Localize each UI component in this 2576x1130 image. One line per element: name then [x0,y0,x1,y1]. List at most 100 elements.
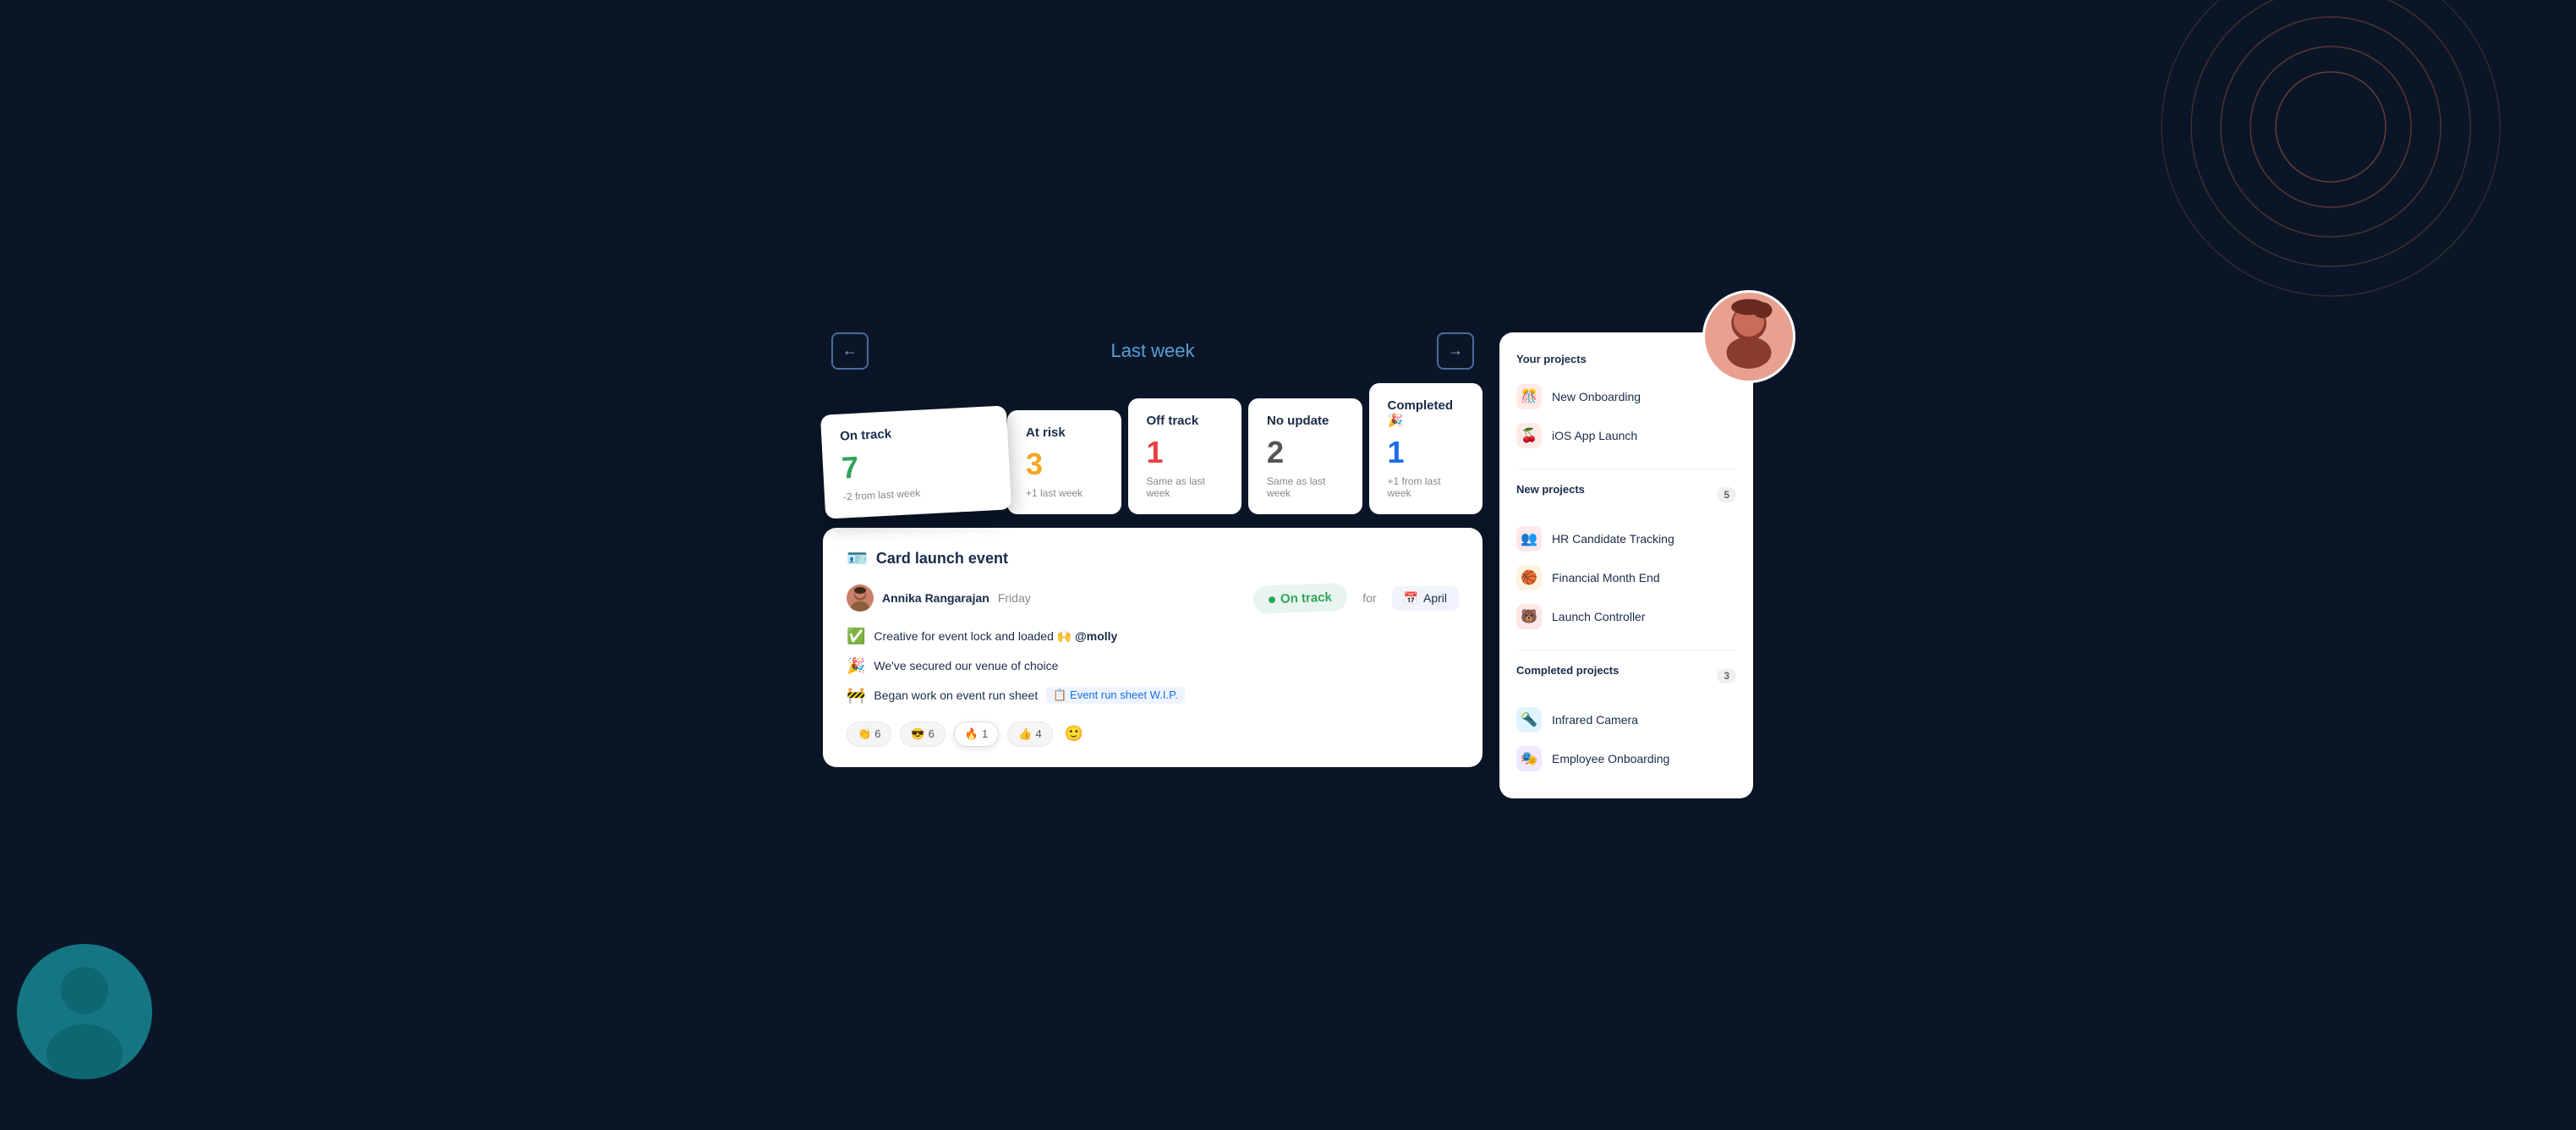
update-meta: Annika Rangarajan Friday On track for 📅 … [847,584,1459,612]
off-track-card: Off track 1 Same as last week [1128,398,1242,514]
on-track-sub: -2 from last week [843,483,992,502]
new-projects-header: New projects 5 [1516,483,1736,507]
update-items: ✅ Creative for event lock and loaded 🙌 @… [847,628,1459,705]
completed-value: 1 [1388,435,1465,470]
item-icon-2: 🎉 [847,657,865,675]
card-icon: 🪪 [847,548,868,569]
status-badge-area: On track for 📅 April [1253,584,1459,612]
update-item-3: 🚧 Began work on event run sheet 📋 Event … [847,687,1459,705]
prev-button[interactable]: ← [831,332,869,370]
at-risk-value: 3 [1026,447,1103,482]
on-track-badge: On track [1253,583,1348,614]
clap-count: 6 [874,727,880,740]
update-header: 🪪 Card launch event [847,548,1459,569]
thumbs-count: 4 [1035,727,1041,740]
employee-onboarding-name: Employee Onboarding [1552,752,1669,765]
on-track-label: On track [840,421,989,443]
for-label: for [1362,591,1376,605]
item-text-1: Creative for event lock and loaded 🙌 @mo… [874,629,1117,644]
left-section: ← Last week → On track 7 -2 from last we… [823,332,1483,767]
new-onboarding-icon: 🎊 [1516,384,1542,409]
completed-sub: +1 from last week [1388,475,1465,499]
hr-tracking-name: HR Candidate Tracking [1552,532,1674,546]
off-track-label: Off track [1147,414,1224,428]
reactions-row: 👏 6 😎 6 🔥 1 👍 4 🙂 [847,721,1459,747]
financial-icon: 🏀 [1516,565,1542,590]
project-financial[interactable]: 🏀 Financial Month End [1516,558,1736,597]
your-projects-title: Your projects [1516,353,1736,365]
completed-projects-title: Completed projects [1516,664,1619,677]
status-dot [1269,595,1275,602]
item-icon-3: 🚧 [847,687,865,705]
nav-row: ← Last week → [823,332,1483,370]
completed-card: Completed 🎉 1 +1 from last week [1369,383,1483,514]
at-risk-card: At risk 3 +1 last week [1007,410,1121,514]
calendar-icon: 📅 [1404,591,1418,606]
new-projects-title: New projects [1516,483,1585,496]
launch-controller-name: Launch Controller [1552,610,1646,623]
at-risk-label: At risk [1026,425,1103,440]
add-emoji-icon: 🙂 [1065,725,1083,742]
on-track-value: 7 [841,442,991,485]
on-track-status-text: On track [1280,590,1332,606]
off-track-value: 1 [1147,435,1224,470]
project-hr-tracking[interactable]: 👥 HR Candidate Tracking [1516,519,1736,558]
fire-emoji: 🔥 [965,727,978,741]
completed-projects-count: 3 [1717,668,1736,683]
main-container: ← Last week → On track 7 -2 from last we… [823,332,1753,798]
next-button[interactable]: → [1437,332,1474,370]
no-update-value: 2 [1267,435,1344,470]
completed-projects-header: Completed projects 3 [1516,664,1736,688]
no-update-card: No update 2 Same as last week [1248,398,1362,514]
new-onboarding-name: New Onboarding [1552,390,1641,403]
update-item-1: ✅ Creative for event lock and loaded 🙌 @… [847,628,1459,645]
right-panel: Your projects 🎊 New Onboarding 🍒 iOS App… [1499,332,1753,798]
prev-icon: ← [842,342,858,359]
ios-launch-icon: 🍒 [1516,423,1542,448]
reaction-thumbs[interactable]: 👍 4 [1007,721,1052,747]
update-title: Card launch event [876,550,1008,568]
financial-name: Financial Month End [1552,571,1660,584]
april-badge: 📅 April [1392,586,1459,611]
update-card: 🪪 Card launch event Annika Rangarajan Fr… [823,528,1483,767]
project-launch-controller[interactable]: 🐻 Launch Controller [1516,597,1736,636]
update-author: Annika Rangarajan [882,591,989,605]
new-projects-count: 5 [1717,487,1736,502]
bottom-avatar-blob [17,944,152,1079]
month-label: April [1423,591,1447,605]
off-track-sub: Same as last week [1147,475,1224,499]
stats-row: On track 7 -2 from last week At risk 3 +… [823,383,1483,514]
project-employee-onboarding[interactable]: 🎭 Employee Onboarding [1516,739,1736,778]
project-new-onboarding[interactable]: 🎊 New Onboarding [1516,377,1736,416]
infrared-name: Infrared Camera [1552,713,1638,727]
update-item-2: 🎉 We've secured our venue of choice [847,657,1459,675]
item-icon-1: ✅ [847,628,865,645]
fire-count: 1 [982,727,988,740]
event-run-sheet-link[interactable]: 📋 Event run sheet W.I.P. [1046,687,1184,704]
next-icon: → [1448,342,1463,359]
update-day: Friday [998,591,1031,605]
reaction-cool[interactable]: 😎 6 [900,721,945,747]
reaction-clap[interactable]: 👏 6 [847,721,891,747]
add-emoji-button[interactable]: 🙂 [1061,721,1087,746]
item-text-3: Began work on event run sheet [874,688,1038,702]
decorative-avatar [1702,290,1795,383]
no-update-label: No update [1267,414,1344,428]
cool-count: 6 [929,727,934,740]
launch-controller-icon: 🐻 [1516,604,1542,629]
ios-launch-name: iOS App Launch [1552,429,1637,442]
clap-emoji: 👏 [858,727,871,741]
nav-title: Last week [1110,340,1194,362]
on-track-card: On track 7 -2 from last week [820,405,1011,518]
item-text-2: We've secured our venue of choice [874,659,1058,672]
cool-emoji: 😎 [911,727,924,741]
project-infrared[interactable]: 🔦 Infrared Camera [1516,700,1736,739]
infrared-icon: 🔦 [1516,707,1542,732]
thumbs-emoji: 👍 [1018,727,1032,741]
completed-label: Completed 🎉 [1388,398,1465,428]
no-update-sub: Same as last week [1267,475,1344,499]
reaction-fire[interactable]: 🔥 1 [954,721,999,747]
author-avatar [847,584,874,612]
employee-onboarding-icon: 🎭 [1516,746,1542,771]
project-ios-launch[interactable]: 🍒 iOS App Launch [1516,416,1736,455]
